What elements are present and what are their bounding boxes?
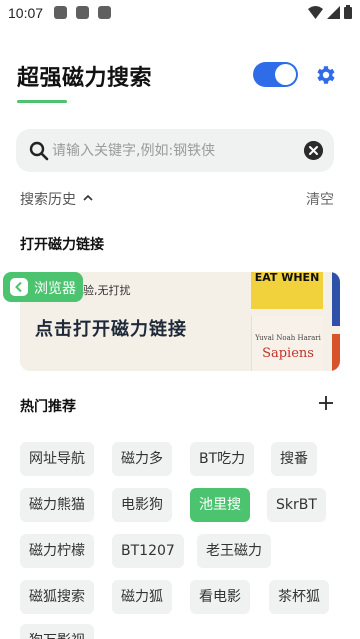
tag-item-active[interactable]: 池里搜	[190, 488, 250, 522]
chevron-up-icon[interactable]	[82, 192, 94, 204]
toggle-knob	[275, 64, 296, 85]
tag-item[interactable]: 茶杯狐	[269, 580, 329, 614]
tag-item[interactable]: 磁狐搜索	[20, 580, 94, 614]
book-cover-text: EAT WHEN	[254, 272, 320, 284]
notification-app-icon	[98, 6, 111, 19]
tag-item[interactable]: 磁力狐	[112, 580, 172, 614]
browser-button[interactable]: 浏览器	[3, 272, 83, 302]
tag-item[interactable]: 搜番	[271, 442, 317, 476]
notification-app-icon	[54, 6, 67, 19]
book-cover-yellow: EAT WHEN	[251, 272, 323, 309]
banner-main-text: 点击打开磁力链接	[35, 319, 187, 340]
browser-label: 浏览器	[34, 281, 76, 297]
status-indicators	[308, 5, 352, 19]
book-cover-sapiens: Yuval Noah Harari Sapiens	[251, 316, 323, 371]
chevron-left-icon	[10, 278, 28, 296]
tag-item[interactable]: BT1207	[112, 534, 184, 568]
tag-item[interactable]: 磁力熊猫	[20, 488, 94, 522]
plus-icon[interactable]	[318, 395, 334, 411]
tag-item[interactable]: 电影狗	[112, 488, 172, 522]
search-box	[16, 129, 334, 172]
wifi-icon	[308, 5, 323, 19]
status-time: 10:07	[8, 5, 44, 21]
gear-icon[interactable]	[313, 63, 337, 87]
tag-item[interactable]: 网址导航	[20, 442, 94, 476]
search-history-toggle[interactable]: 搜索历史	[20, 189, 76, 209]
notification-a-icon	[76, 6, 89, 19]
open-magnet-section-title: 打开磁力链接	[20, 237, 104, 253]
tag-item[interactable]: SkrBT	[267, 488, 326, 522]
search-input[interactable]	[52, 139, 292, 163]
battery-icon	[344, 5, 352, 19]
book-author: Yuval Noah Harari	[255, 334, 321, 342]
hot-section-title: 热门推荐	[20, 399, 76, 415]
tag-item[interactable]: 看电影	[190, 580, 250, 614]
tag-item[interactable]: 老王磁力	[197, 534, 271, 568]
clear-search-icon[interactable]	[304, 141, 323, 160]
tag-item[interactable]: 狗万影视	[20, 624, 94, 639]
clear-history-button[interactable]: 清空	[306, 189, 334, 209]
title-underline	[17, 100, 67, 103]
book-spine-red	[332, 334, 340, 371]
book-spine-blue	[332, 272, 340, 326]
signal-icon	[327, 5, 340, 19]
tag-item[interactable]: 磁力多	[112, 442, 172, 476]
search-icon	[29, 141, 49, 161]
tag-item[interactable]: BT吃力	[190, 442, 255, 476]
engine-toggle[interactable]	[253, 62, 298, 87]
page-title: 超强磁力搜索	[17, 66, 153, 91]
tag-item[interactable]: 磁力柠檬	[20, 534, 94, 568]
status-bar: 10:07	[0, 0, 360, 26]
book-title: Sapiens	[262, 346, 314, 361]
